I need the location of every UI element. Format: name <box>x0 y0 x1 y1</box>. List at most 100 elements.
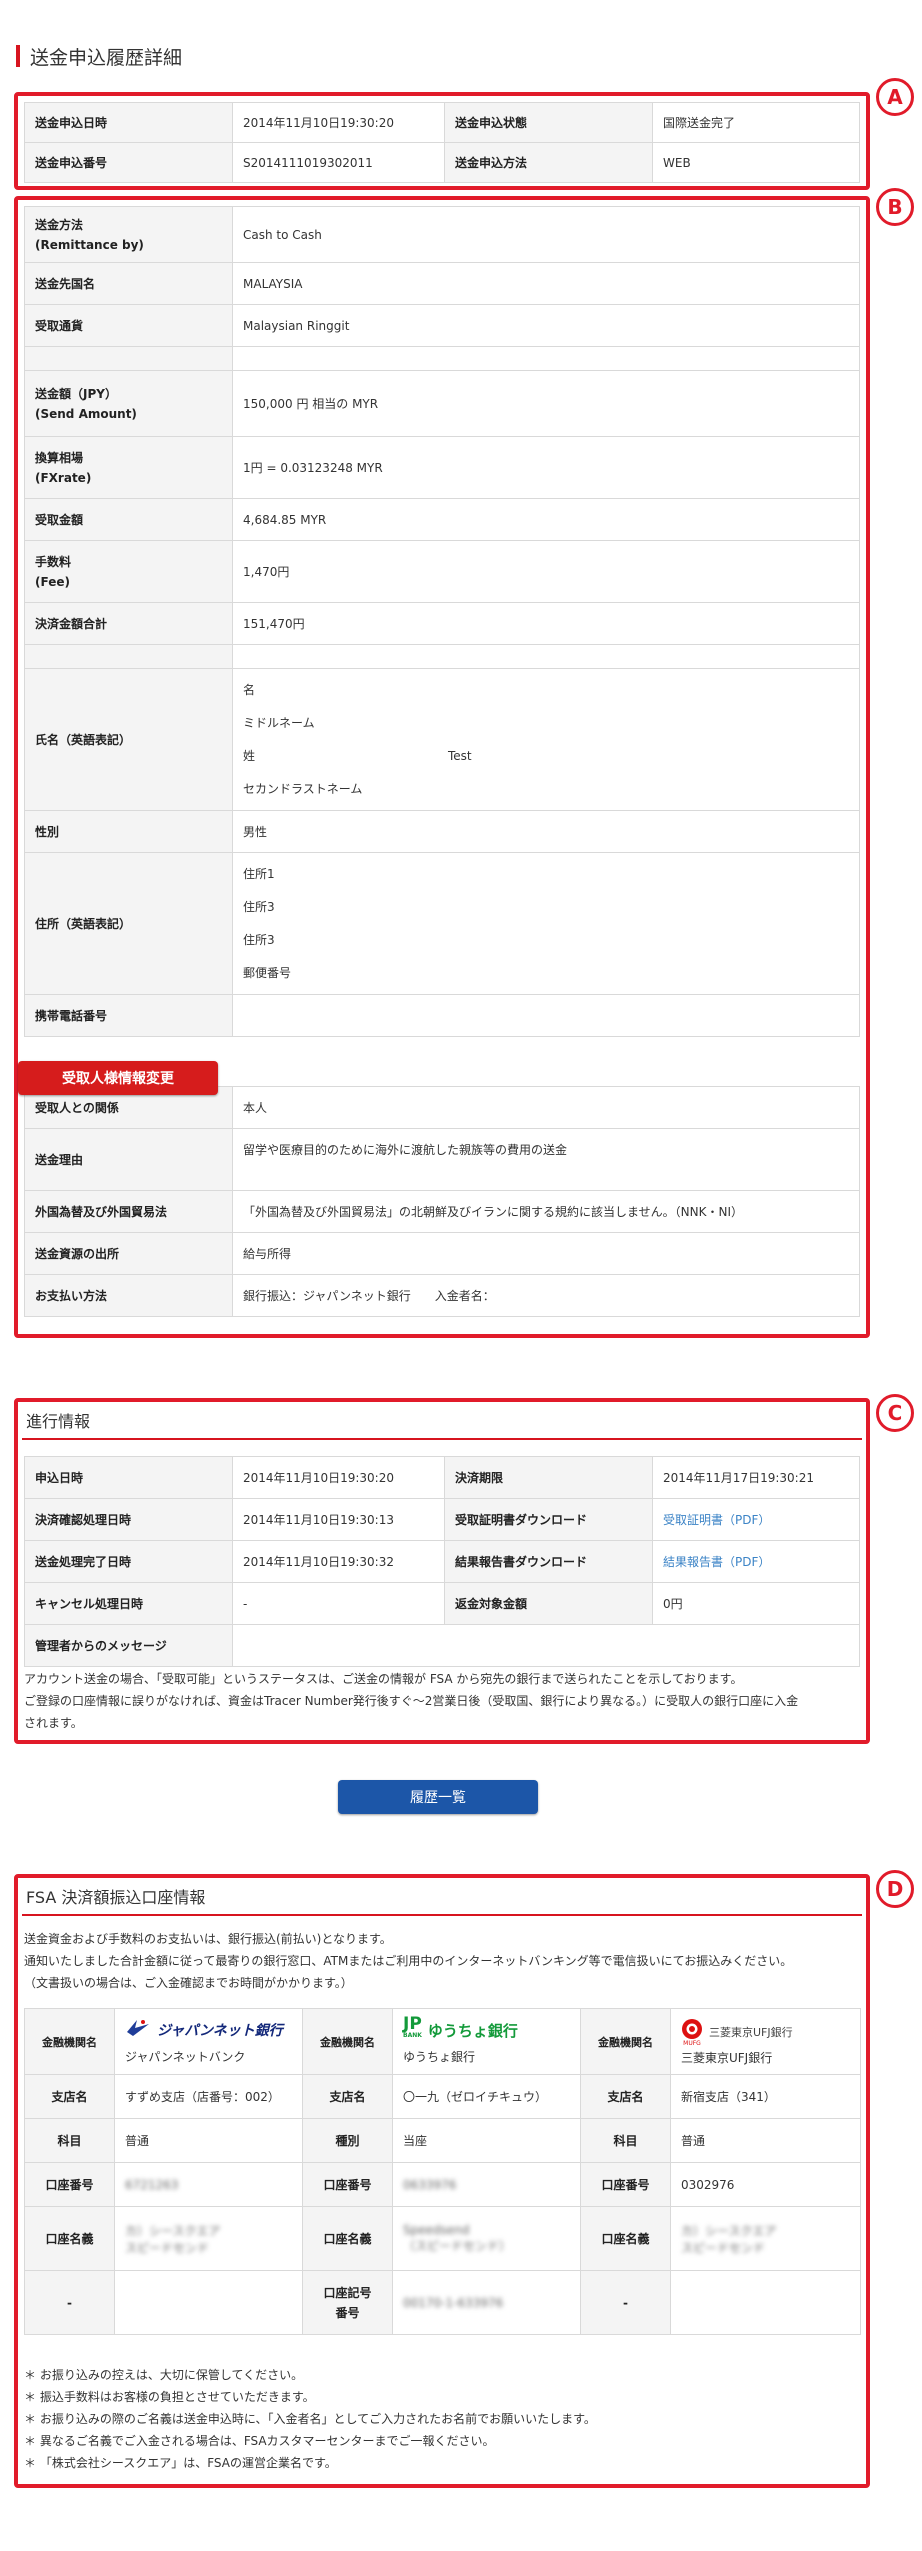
bank1-label: 金融機関名 <box>24 2008 115 2075</box>
report-download-label: 結果報告書ダウンロード <box>444 1540 653 1583</box>
address-label: 住所（英語表記） <box>24 852 233 995</box>
bank1-symbol-dash: - <box>24 2270 115 2335</box>
cancel-value: - <box>232 1582 445 1625</box>
bank1-holder-1: カ）シースクエア <box>125 2223 221 2238</box>
change-recipient-button[interactable]: 受取人様情報変更 <box>18 1061 218 1095</box>
name-last-row: 姓 Test <box>243 740 849 773</box>
symbol-label-1: 口座記号 <box>323 2285 372 2300</box>
fsa-foot-4: ＊ 異なるご名義でご入金される場合は、FSAカスタマーセンターまでご一報ください… <box>24 2434 495 2448</box>
address-value: 住所1 住所3 住所3 郵便番号 <box>232 852 860 995</box>
bank2-holder: Speedsend （スピードセンド） <box>392 2206 581 2271</box>
bank1-holder-label: 口座名義 <box>24 2206 115 2271</box>
jp-bank-mark: JP <box>403 2014 422 2034</box>
fxrate-label-en: (FXrate) <box>35 470 92 485</box>
refund-value: 0円 <box>652 1582 860 1625</box>
bank1-kind-label: 科目 <box>24 2118 115 2163</box>
bank1-holder: カ）シースクエア スピードセンド <box>114 2206 303 2271</box>
jp-bank-icon: JP BANK <box>403 2014 422 2042</box>
mobile-label: 携帯電話番号 <box>24 994 233 1037</box>
remit-by-label-en: (Remittance by) <box>35 237 144 252</box>
fsa-intro-3: （文書扱いの場合は、ご入金確認までお時間がかかります。） <box>24 1976 353 1990</box>
progress-title: 進行情報 <box>22 1404 862 1440</box>
bank3-logo-text: 三菱東京UFJ銀行 <box>709 2026 793 2039</box>
fee-label-en: (Fee) <box>35 574 70 589</box>
gender-label: 性別 <box>24 810 233 853</box>
bank2-logo: JP BANK ゆうちょ銀行 <box>403 2014 570 2042</box>
fsa-intro-2: 通知いたしました合計金額に従って最寄りの銀行窓口、ATMまたはご利用中のインター… <box>24 1954 793 1968</box>
bank3-holder-1: カ）シースクエア <box>681 2223 777 2238</box>
marker-c: C <box>876 1394 914 1432</box>
spacer-cell <box>232 644 860 669</box>
confirm-label: 決済確認処理日時 <box>24 1498 233 1541</box>
name-label: 氏名（英語表記） <box>24 668 233 811</box>
spacer-cell <box>232 346 860 371</box>
bank-account-table: 金融機関名 ジャパンネット銀行 ジャパンネットバンク 金融機関名 JP BANK <box>24 2008 861 2335</box>
status-value: 国際送金完了 <box>652 102 860 143</box>
history-list-button[interactable]: 履歴一覧 <box>338 1780 538 1814</box>
bank2-cell: JP BANK ゆうちょ銀行 ゆうちょ銀行 <box>392 2008 581 2075</box>
name-value: 名 ミドルネーム 姓 Test セカンドラストネーム <box>232 668 860 811</box>
apply-date-label: 送金申込日時 <box>24 102 233 143</box>
bank3-branch-label: 支店名 <box>580 2074 671 2119</box>
bank1-holder-2: スピードセンド <box>125 2240 210 2255</box>
fund-source-value: 給与所得 <box>232 1232 860 1275</box>
bank2-name: ゆうちょ銀行 <box>403 2050 476 2064</box>
bank2-account: 0633976 <box>392 2162 581 2207</box>
bank3-symbol-dash: - <box>580 2270 671 2335</box>
fsa-foot-1: ＊ お振り込みの控えは、大切に保管してください。 <box>24 2368 304 2382</box>
name-second: セカンドラストネーム <box>243 781 363 796</box>
bank1-kind: 普通 <box>114 2118 303 2163</box>
bank2-type-label: 種別 <box>302 2118 393 2163</box>
bank2-symbol-label: 口座記号 番号 <box>302 2270 393 2335</box>
bank2-holder-2: （スピードセンド） <box>403 2239 512 2253</box>
progress-note-1: アカウント送金の場合、「受取可能」というステータスは、ご送金の情報が FSA か… <box>24 1672 743 1686</box>
cancel-label: キャンセル処理日時 <box>24 1582 233 1625</box>
fsa-intro-1: 送金資金および手数料のお支払いは、銀行振込(前払い)となります。 <box>24 1932 392 1946</box>
apply-date-value: 2014年11月10日19:30:20 <box>232 102 445 143</box>
summary-table: 送金申込日時 2014年11月10日19:30:20 送金申込状態 国際送金完了… <box>24 102 860 183</box>
marker-d: D <box>876 1870 914 1908</box>
fee-label-jp: 手数料 <box>35 554 72 569</box>
total-label: 決済金額合計 <box>24 602 233 645</box>
summary-section: 送金申込日時 2014年11月10日19:30:20 送金申込状態 国際送金完了… <box>14 92 870 190</box>
apply-number-value: S2014111019302011 <box>232 142 445 183</box>
name-last-value: Test <box>448 748 472 763</box>
confirm-value: 2014年11月10日19:30:13 <box>232 1498 445 1541</box>
currency-label: 受取通貨 <box>24 304 233 347</box>
bank1-logo: ジャパンネット銀行 <box>125 2018 292 2042</box>
currency-value: Malaysian Ringgit <box>232 304 860 347</box>
marker-b: B <box>876 188 914 226</box>
fee-label: 手数料 (Fee) <box>24 540 233 603</box>
bank1-account: 6721263 <box>114 2162 303 2207</box>
bank1-branch-label: 支店名 <box>24 2074 115 2119</box>
progress-table: 申込日時 2014年11月10日19:30:20 決済期限 2014年11月17… <box>24 1456 860 1667</box>
report-download-link[interactable]: 結果報告書（PDF） <box>652 1540 860 1583</box>
apply-method-value: WEB <box>652 142 860 183</box>
remit-by-label: 送金方法 (Remittance by) <box>24 206 233 263</box>
fsa-footnotes: ＊ お振り込みの控えは、大切に保管してください。 ＊ 振込手数料はお客様の負担と… <box>24 2364 864 2474</box>
receipt-download-link[interactable]: 受取証明書（PDF） <box>652 1498 860 1541</box>
bank2-symbol: 00170-1-633976 <box>392 2270 581 2335</box>
receipt-download-label: 受取証明書ダウンロード <box>444 1498 653 1541</box>
bank1-name: ジャパンネットバンク <box>125 2050 246 2064</box>
details-table: 送金方法 (Remittance by) Cash to Cash 送金先国名 … <box>24 206 860 1317</box>
mufg-icon-sub: MUFG <box>683 2039 701 2047</box>
bird-icon <box>125 2018 151 2042</box>
fsa-foot-3: ＊ お振り込みの際のご名義は送金申込時に、「入金者名」としてご入力されたお名前で… <box>24 2412 596 2426</box>
refund-label: 返金対象金額 <box>444 1582 653 1625</box>
receive-amount-value: 4,684.85 MYR <box>232 498 860 541</box>
country-value: MALAYSIA <box>232 262 860 305</box>
bank2-logo-text: ゆうちょ銀行 <box>427 2021 518 2040</box>
send-amount-value: 150,000 円 相当の MYR <box>232 370 860 437</box>
payment-method-label: お支払い方法 <box>24 1274 233 1317</box>
bank1-symbol-empty <box>114 2270 303 2335</box>
name-last-label: 姓 <box>243 748 256 763</box>
fsa-intro: 送金資金および手数料のお支払いは、銀行振込(前払い)となります。 通知いたしまし… <box>24 1928 864 1994</box>
total-value: 151,470円 <box>232 602 860 645</box>
address-zip: 郵便番号 <box>243 965 292 980</box>
bank3-name: 三菱東京UFJ銀行 <box>681 2050 773 2065</box>
bank2-account-label: 口座番号 <box>302 2162 393 2207</box>
country-label: 送金先国名 <box>24 262 233 305</box>
bank2-branch: 〇一九（ゼロイチキュウ） <box>392 2074 581 2119</box>
admin-message-label: 管理者からのメッセージ <box>24 1624 233 1667</box>
